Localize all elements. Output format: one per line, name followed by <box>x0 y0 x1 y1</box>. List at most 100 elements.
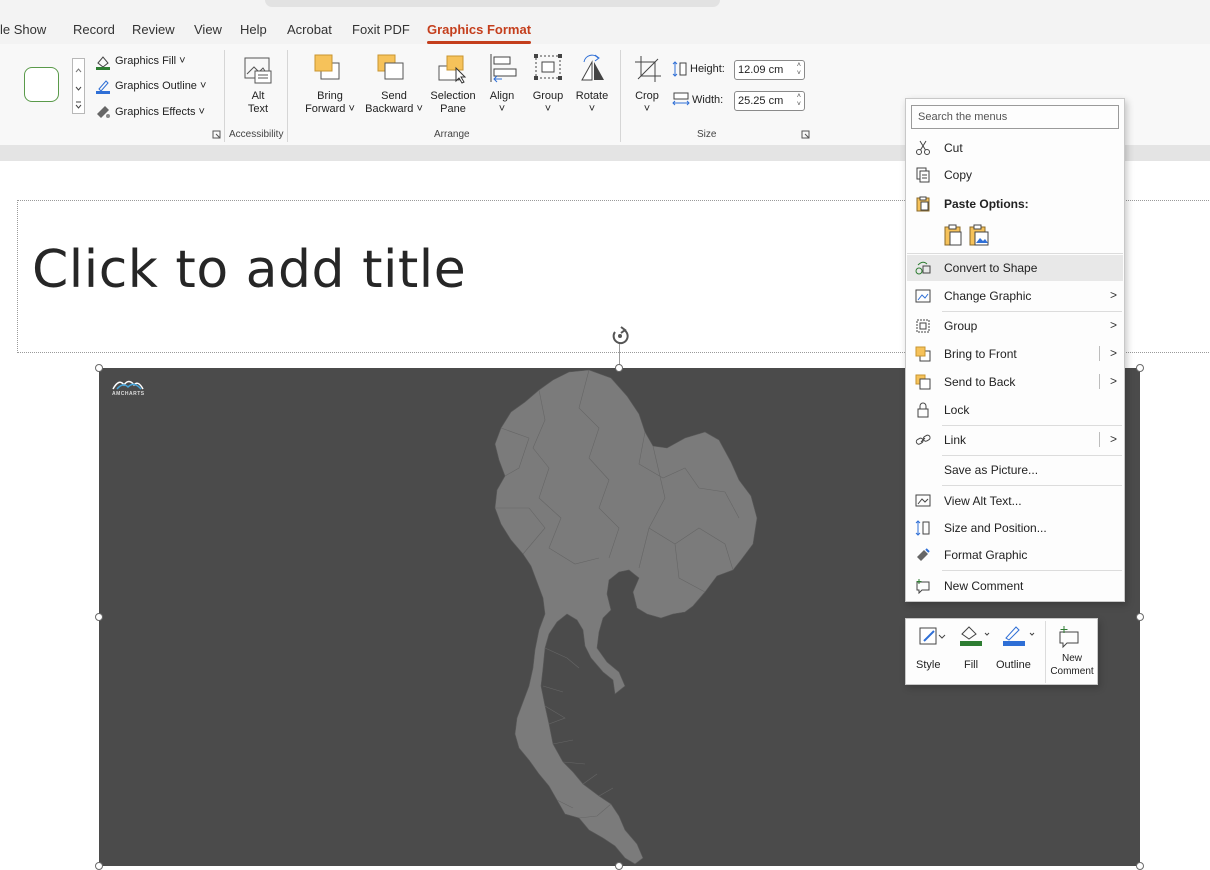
thailand-map-shape <box>494 369 758 865</box>
convert-shape-icon <box>915 261 931 275</box>
menu-item-bring-to-front[interactable]: Bring to Front > <box>907 341 1123 367</box>
menu-item-convert-to-shape[interactable]: Convert to Shape <box>907 255 1123 281</box>
chevron-right-icon[interactable]: > <box>1110 346 1117 360</box>
bring-forward-icon <box>314 54 340 80</box>
rotate-button[interactable]: Rotate ˅ <box>570 90 614 116</box>
gallery-arrows-icon <box>75 68 82 109</box>
context-menu: Search the menus Cut Copy Paste Options:… <box>905 98 1125 602</box>
menu-item-paste-options: Paste Options: <box>907 191 1123 217</box>
amcharts-logo-icon <box>112 380 144 390</box>
format-graphic-icon <box>917 548 930 561</box>
graphics-style-swatch[interactable] <box>24 67 59 102</box>
menu-item-send-to-back[interactable]: Send to Back > <box>907 369 1123 395</box>
mini-style-button[interactable]: Style <box>916 659 940 672</box>
tab-acrobat[interactable]: Acrobat <box>287 22 332 37</box>
resize-handle[interactable] <box>1136 364 1144 372</box>
mini-toolbar: Style Fill Outline New Comment <box>905 618 1098 685</box>
group-label-size: Size <box>697 129 717 140</box>
menu-item-view-alt-text[interactable]: View Alt Text... <box>907 488 1123 514</box>
tab-slide-show[interactable]: le Show <box>0 22 46 37</box>
send-backward-icon <box>377 54 404 80</box>
rotate-handle-icon[interactable] <box>609 325 631 347</box>
width-spinner[interactable]: 25.25 cm ˄ ˅ <box>734 91 805 111</box>
menu-item-save-as-picture[interactable]: Save as Picture... <box>907 457 1123 483</box>
bring-forward-button[interactable]: Bring Forward ˅ <box>300 90 360 116</box>
split-divider <box>1099 346 1100 361</box>
group-icon <box>534 54 562 80</box>
resize-handle[interactable] <box>95 862 103 870</box>
paste-picture-icon[interactable] <box>968 223 990 247</box>
slide-title-placeholder-text[interactable]: Click to add title <box>32 240 466 300</box>
graphics-effects-icon <box>97 106 110 118</box>
height-spinner[interactable]: 12.09 cm ˄ ˅ <box>734 60 805 80</box>
tab-review[interactable]: Review <box>132 22 175 37</box>
menu-item-format-graphic[interactable]: Format Graphic <box>907 542 1123 568</box>
menu-separator <box>942 455 1122 456</box>
graphics-effects-button[interactable]: Graphics Effects ˅ <box>115 106 205 119</box>
menu-item-link[interactable]: Link > <box>907 427 1123 453</box>
clipboard-icon <box>916 196 930 212</box>
graphics-outline-icon <box>96 80 110 94</box>
mini-new-comment-button[interactable]: New Comment <box>1048 652 1096 678</box>
graphics-fill-icon <box>96 56 110 70</box>
tab-graphics-format[interactable]: Graphics Format <box>427 22 532 44</box>
style-gallery-scroll[interactable] <box>72 58 85 114</box>
alt-text-button[interactable]: Alt Text <box>238 90 278 116</box>
tab-record[interactable]: Record <box>73 22 115 37</box>
rotate-icon <box>581 54 604 81</box>
menu-separator <box>942 570 1122 571</box>
menu-separator <box>942 485 1122 486</box>
crop-button[interactable]: Crop ˅ <box>628 90 666 116</box>
bring-to-front-icon <box>915 346 931 362</box>
menu-item-cut[interactable]: Cut <box>907 135 1123 161</box>
resize-handle[interactable] <box>95 613 103 621</box>
menu-item-new-comment[interactable]: New Comment <box>907 573 1123 599</box>
link-icon <box>915 434 931 445</box>
styles-dialog-launcher-icon[interactable] <box>212 130 221 139</box>
title-bar-grip <box>265 0 720 7</box>
group-button[interactable]: Group ˅ <box>527 90 569 116</box>
send-backward-button[interactable]: Send Backward ˅ <box>362 90 426 116</box>
tab-help[interactable]: Help <box>240 22 267 37</box>
group-label-arrange: Arrange <box>434 129 470 140</box>
fill-icon <box>960 626 990 646</box>
resize-handle[interactable] <box>615 364 623 372</box>
menu-search-input[interactable]: Search the menus <box>911 105 1119 129</box>
selection-pane-icon <box>438 55 467 84</box>
menu-item-copy[interactable]: Copy <box>907 162 1123 188</box>
resize-handle[interactable] <box>1136 613 1144 621</box>
selection-pane-button[interactable]: Selection Pane <box>427 90 479 116</box>
tab-foxit-pdf[interactable]: Foxit PDF <box>352 22 410 37</box>
tab-view[interactable]: View <box>194 22 222 37</box>
copy-icon <box>916 167 930 183</box>
mini-outline-button[interactable]: Outline <box>996 659 1031 672</box>
align-icon <box>490 54 517 83</box>
lock-icon <box>917 402 929 418</box>
paste-keep-source-icon[interactable] <box>943 223 965 247</box>
menu-separator <box>942 311 1122 312</box>
graphics-fill-button[interactable]: Graphics Fill ˅ <box>115 55 186 68</box>
menu-item-size-and-position[interactable]: Size and Position... <box>907 515 1123 541</box>
size-dialog-launcher-icon[interactable] <box>801 130 810 139</box>
resize-handle[interactable] <box>1136 862 1144 870</box>
split-divider <box>1099 374 1100 389</box>
menu-item-group[interactable]: Group > <box>907 313 1123 339</box>
resize-handle[interactable] <box>95 364 103 372</box>
graphics-outline-button[interactable]: Graphics Outline ˅ <box>115 80 206 93</box>
width-icon <box>672 92 690 106</box>
new-comment-icon <box>1059 626 1079 649</box>
group-label-accessibility: Accessibility <box>229 129 284 140</box>
style-icon <box>919 627 946 645</box>
outline-icon <box>1003 626 1035 646</box>
chevron-right-icon: > <box>1109 288 1117 302</box>
chevron-right-icon[interactable]: > <box>1110 374 1117 388</box>
menu-item-change-graphic[interactable]: Change Graphic > <box>907 283 1123 309</box>
mini-fill-button[interactable]: Fill <box>964 659 978 672</box>
chevron-right-icon: > <box>1109 318 1117 332</box>
chevron-right-icon[interactable]: > <box>1110 432 1117 446</box>
split-divider <box>1099 432 1100 447</box>
align-button[interactable]: Align ˅ <box>484 90 520 116</box>
resize-handle[interactable] <box>615 862 623 870</box>
menu-item-lock[interactable]: Lock <box>907 397 1123 423</box>
ribbon-tab-bar: le Show Record Review View Help Acrobat … <box>0 0 1210 44</box>
